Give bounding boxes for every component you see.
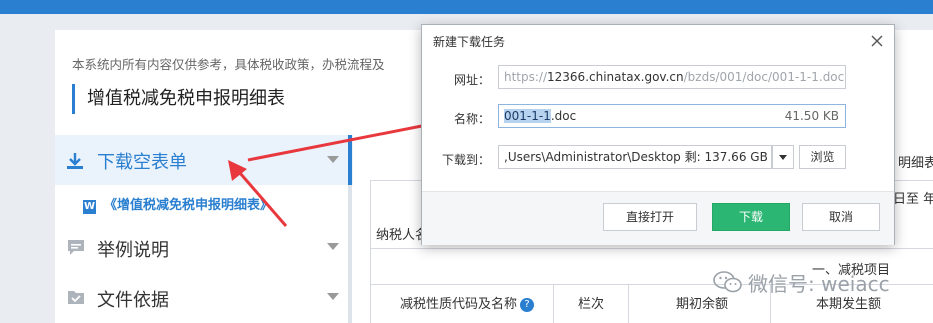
close-icon[interactable] <box>868 32 886 50</box>
filename-selected-text: 001-1-1 <box>504 109 551 123</box>
page-title: 增值税减免税申报明细表 <box>72 84 285 114</box>
download-form-link[interactable]: W 《增值税减免税申报明细表》 <box>83 194 273 214</box>
filename-label: 名称： <box>453 112 490 126</box>
sidebar-active-indicator <box>348 135 352 185</box>
download-form-link-label: 《增值税减免税申报明细表》 <box>104 198 274 213</box>
browse-button[interactable]: 浏览 <box>799 145 846 169</box>
table-line <box>553 284 554 323</box>
url-domain: 12366.chinatax.gov.cn <box>547 70 684 84</box>
download-icon <box>67 153 83 169</box>
sidebar-item-label: 下载空表单 <box>97 152 187 173</box>
table-line <box>370 180 371 323</box>
url-field: https://12366.chinatax.gov.cn/bzds/001/d… <box>498 65 846 89</box>
column-header: 栏次 <box>578 297 605 312</box>
column-header: 期初余额 <box>676 297 729 312</box>
save-path-field[interactable]: ,Users\Administrator\Desktop 剩: 137.66 G… <box>498 145 772 169</box>
top-header-bar <box>0 0 933 14</box>
sidebar-item-documents[interactable] <box>55 275 348 317</box>
save-location-label: 下载到： <box>441 153 490 167</box>
form-period-fragment: 日至 年 <box>893 192 933 207</box>
table-line <box>370 248 933 249</box>
column-header: 减税性质代码及名称? <box>400 293 535 312</box>
table-line <box>628 284 629 323</box>
save-path-dropdown[interactable] <box>772 145 794 169</box>
url-scheme: https:// <box>504 70 548 84</box>
chevron-down-icon <box>779 155 787 160</box>
download-button[interactable]: 下载 <box>712 203 790 231</box>
file-size: 41.50 KB <box>784 109 839 123</box>
open-directly-button[interactable]: 直接打开 <box>603 203 697 231</box>
help-icon[interactable]: ? <box>520 298 535 312</box>
word-doc-icon: W <box>83 200 96 214</box>
new-download-dialog: 新建下载任务 网址： https://12366.chinatax.gov.cn… <box>421 24 895 245</box>
watermark-text: 微信号: weiacc <box>748 272 890 296</box>
form-title-fragment: 明细表 <box>898 156 933 171</box>
url-label: 网址： <box>453 73 490 87</box>
url-path: /bzds/001/doc/001-1-1.doc <box>683 70 845 84</box>
dialog-title: 新建下载任务 <box>433 35 506 49</box>
disclaimer-notice: 本系统内所有内容仅供参考，具体税收政策，办税流程及 <box>72 57 385 72</box>
filename-extension: .doc <box>550 109 577 123</box>
filename-input[interactable]: 001-1-1.doc 41.50 KB <box>498 104 846 128</box>
wechat-icon <box>713 271 742 293</box>
chevron-down-icon[interactable] <box>327 156 339 163</box>
column-header-label: 减税性质代码及名称 <box>400 297 518 312</box>
sidebar-item-examples[interactable] <box>55 225 348 267</box>
cancel-button[interactable]: 取消 <box>802 203 880 231</box>
